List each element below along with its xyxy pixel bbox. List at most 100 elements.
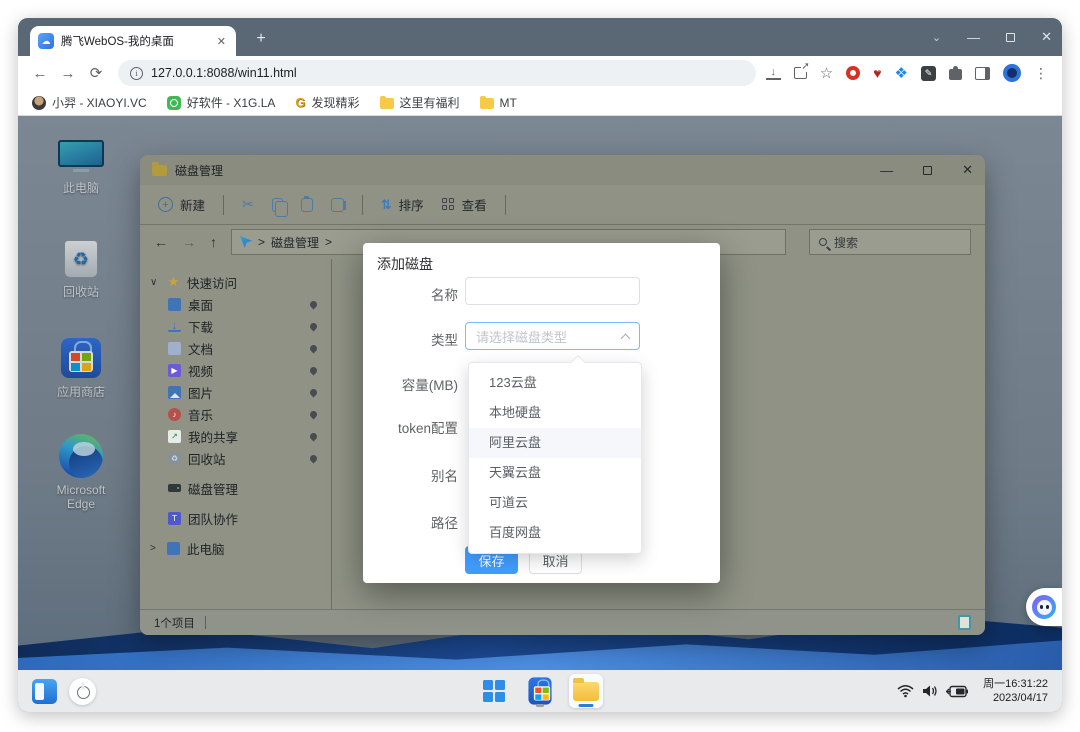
desktop-icon-edge[interactable]: Microsoft Edge xyxy=(38,434,124,511)
url-text[interactable]: 127.0.0.1:8088/win11.html xyxy=(151,66,297,80)
window-minimize-button[interactable]: — xyxy=(880,163,893,178)
chevron-open-icon[interactable]: ∨ xyxy=(150,277,160,288)
nav-back-button[interactable]: ← xyxy=(154,234,168,250)
dropdown-option[interactable]: 天翼云盘 xyxy=(469,458,641,488)
sidebar-item-music[interactable]: ♪ 音乐 xyxy=(140,403,331,425)
reload-button[interactable]: ⟳ xyxy=(84,64,108,82)
extension-heart-icon[interactable]: ♥? xyxy=(873,65,881,81)
browser-maximize-button[interactable] xyxy=(1006,33,1015,42)
bookmark-item[interactable]: G发现精彩 xyxy=(295,94,359,111)
desktop-icon-this-pc[interactable]: 此电脑 xyxy=(38,140,124,196)
chevron-closed-icon[interactable]: > xyxy=(150,543,160,554)
sort-button[interactable]: ⇅ 排序 xyxy=(381,195,424,214)
bookmark-green-icon xyxy=(167,96,181,110)
extension-red-icon[interactable] xyxy=(846,66,860,80)
side-panel-icon[interactable] xyxy=(975,67,990,80)
sort-arrows-icon: ⇅ xyxy=(381,197,392,213)
nav-forward-button[interactable]: → xyxy=(182,234,196,250)
new-button[interactable]: + 新建 xyxy=(158,195,205,214)
new-tab-button[interactable]: + xyxy=(250,30,272,48)
browser-tab[interactable]: ☁ 腾飞WebOS-我的桌面 ✕ xyxy=(30,26,236,56)
window-close-button[interactable]: ✕ xyxy=(962,162,973,178)
window-maximize-button[interactable] xyxy=(923,166,932,175)
back-button[interactable]: ← xyxy=(28,65,52,82)
bookmark-label: 这里有福利 xyxy=(400,94,460,111)
profile-avatar[interactable] xyxy=(1003,64,1021,82)
sidebar-item-this-pc[interactable]: > 此电脑 xyxy=(140,537,331,559)
sidebar-quick-access[interactable]: ∨ ★ 快速访问 xyxy=(140,271,331,293)
sidebar-item-documents[interactable]: 文档 xyxy=(140,337,331,359)
name-field[interactable] xyxy=(465,277,640,305)
bookmark-label: 发现精彩 xyxy=(312,94,360,111)
assistant-button[interactable] xyxy=(1026,588,1062,626)
wifi-icon xyxy=(897,684,914,698)
sidebar-item-downloads[interactable]: ↓下载 xyxy=(140,315,331,337)
bookmark-item[interactable]: 好软件 - X1G.LA xyxy=(167,94,276,111)
dropdown-option[interactable]: 可道云 xyxy=(469,488,641,518)
dropdown-option-highlighted[interactable]: 阿里云盘 xyxy=(469,428,641,458)
view-toggle-icon[interactable] xyxy=(958,615,971,630)
tab-favicon-icon: ☁ xyxy=(38,33,54,49)
site-info-icon[interactable]: i xyxy=(130,67,143,80)
url-bar[interactable]: i 127.0.0.1:8088/win11.html xyxy=(118,60,756,86)
sidebar-item-my-shares[interactable]: ↗我的共享 xyxy=(140,425,331,447)
token-label: token配置 xyxy=(363,417,458,437)
crumb-path[interactable]: 磁盘管理 xyxy=(271,234,319,251)
view-button[interactable]: 查看 xyxy=(442,195,487,214)
dropdown-option[interactable]: 本地硬盘 xyxy=(469,398,641,428)
type-select[interactable]: 请选择磁盘类型 xyxy=(465,322,640,350)
star-icon: ★ xyxy=(167,276,180,289)
system-tray[interactable] xyxy=(897,684,968,698)
nav-up-button[interactable]: ↑ xyxy=(210,234,217,250)
sidebar-item-recycle-bin[interactable]: ♻回收站 xyxy=(140,447,331,469)
install-app-icon[interactable]: ↓ xyxy=(766,67,781,80)
tab-close-icon[interactable]: ✕ xyxy=(215,35,228,48)
dropdown-option[interactable]: 123云盘 xyxy=(469,368,641,398)
sidebar-item-disk-manager[interactable]: 磁盘管理 xyxy=(140,477,331,499)
bookmark-item[interactable]: 小羿 - XIAOYI.VC xyxy=(32,94,147,111)
extension-layers-icon[interactable]: ❖ xyxy=(895,64,908,82)
recycle-bin-icon: ♻ xyxy=(168,452,181,465)
power-button[interactable] xyxy=(69,678,96,705)
download-icon: ↓ xyxy=(168,321,181,332)
forward-button[interactable]: → xyxy=(56,65,80,82)
taskbar-file-manager[interactable] xyxy=(569,674,603,708)
extension-editor-icon[interactable]: ✎ xyxy=(921,66,936,81)
extensions-puzzle-icon[interactable] xyxy=(949,69,962,80)
dropdown-option[interactable]: 百度网盘 xyxy=(469,518,641,548)
bookmark-folder[interactable]: 这里有福利 xyxy=(380,94,460,111)
browser-close-button[interactable]: ✕ xyxy=(1041,29,1052,45)
window-titlebar[interactable]: 磁盘管理 — ✕ xyxy=(140,155,985,185)
sidebar-item-videos[interactable]: ▶视频 xyxy=(140,359,331,381)
paste-icon[interactable] xyxy=(301,198,313,212)
browser-menu-chevron-icon[interactable]: ⌄ xyxy=(932,31,941,44)
share-icon[interactable] xyxy=(794,67,807,79)
search-input[interactable]: 搜索 xyxy=(809,229,971,255)
browser-more-menu-icon[interactable]: ⋮ xyxy=(1034,65,1048,82)
browser-minimize-button[interactable]: — xyxy=(967,30,980,45)
desktop-icon-app-store[interactable]: 应用商店 xyxy=(38,338,124,400)
sidebar-item-desktop[interactable]: 桌面 xyxy=(140,293,331,315)
cut-icon[interactable]: ✂ xyxy=(242,196,254,213)
toolbar-divider xyxy=(223,195,224,215)
taskbar-clock[interactable]: 周一16:31:22 2023/04/17 xyxy=(983,677,1048,706)
copy-icon[interactable] xyxy=(272,198,283,212)
sidebar-label: 磁盘管理 xyxy=(188,479,238,498)
start-button[interactable] xyxy=(477,674,511,708)
pin-icon xyxy=(309,409,319,419)
music-icon: ♪ xyxy=(168,408,181,421)
sidebar-item-pictures[interactable]: 图片 xyxy=(140,381,331,403)
sidebar-label: 音乐 xyxy=(188,405,213,424)
bookmark-star-icon[interactable]: ☆ xyxy=(820,64,833,82)
desktop-icon-recycle-bin[interactable]: ♻ 回收站 xyxy=(38,240,124,300)
screenshot-root: ☁ 腾飞WebOS-我的桌面 ✕ + ⌄ — ✕ ← → ⟳ i 127.0.0… xyxy=(0,0,1080,732)
search-placeholder: 搜索 xyxy=(834,234,858,251)
rename-icon[interactable] xyxy=(331,198,344,212)
sidebar-item-team[interactable]: T团队协作 xyxy=(140,507,331,529)
widgets-icon[interactable] xyxy=(32,679,57,704)
question-icon: ? xyxy=(877,67,881,74)
document-icon xyxy=(168,342,181,355)
sidebar: ∨ ★ 快速访问 桌面 ↓下载 文档 ▶视频 图片 ♪ 音乐 ↗我的共享 ♻回收站… xyxy=(140,259,332,609)
taskbar-app-store[interactable] xyxy=(523,674,557,708)
bookmark-folder[interactable]: MT xyxy=(480,96,517,110)
